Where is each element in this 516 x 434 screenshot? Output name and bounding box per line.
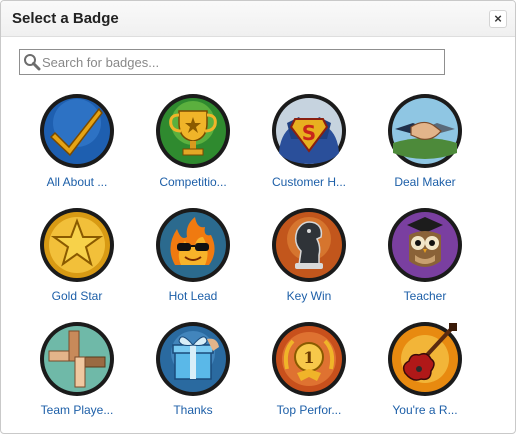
stacked-hands-icon	[40, 322, 114, 396]
badge-label: Deal Maker	[394, 175, 456, 189]
handshake-icon	[388, 94, 462, 168]
badge-label: Key Win	[286, 289, 332, 303]
badge-youre-a-rockstar[interactable]: You're a R...	[369, 321, 481, 425]
star-icon	[40, 208, 114, 282]
checkmark-icon	[40, 94, 114, 168]
search-input[interactable]	[42, 52, 440, 72]
select-badge-dialog: Select a Badge × All About ...	[0, 0, 516, 434]
badge-competition[interactable]: Competitio...	[137, 93, 249, 197]
badge-customer-hero[interactable]: S Customer H...	[253, 93, 365, 197]
dialog-header: Select a Badge ×	[1, 1, 515, 37]
svg-text:1: 1	[303, 348, 314, 367]
badge-label: You're a R...	[392, 403, 458, 417]
badge-label: Top Perfor...	[276, 403, 342, 417]
badge-label: Hot Lead	[168, 289, 218, 303]
badge-label: All About ...	[46, 175, 108, 189]
flaming-sunglasses-icon	[156, 208, 230, 282]
badge-label: Teacher	[403, 289, 447, 303]
trophy-icon	[156, 94, 230, 168]
first-place-medal-icon: 1	[272, 322, 346, 396]
badge-label: Team Playe...	[40, 403, 114, 417]
search-box[interactable]	[19, 49, 445, 75]
badge-hot-lead[interactable]: Hot Lead	[137, 207, 249, 311]
badge-label: Thanks	[173, 403, 213, 417]
owl-icon	[388, 208, 462, 282]
badge-deal-maker[interactable]: Deal Maker	[369, 93, 481, 197]
badge-team-player[interactable]: Team Playe...	[21, 321, 133, 425]
chess-knight-icon	[272, 208, 346, 282]
badge-label: Customer H...	[271, 175, 346, 189]
badge-gold-star[interactable]: Gold Star	[21, 207, 133, 311]
badge-key-win[interactable]: Key Win	[253, 207, 365, 311]
badge-label: Gold Star	[51, 289, 103, 303]
superhero-icon: S	[272, 94, 346, 168]
gift-box-icon	[156, 322, 230, 396]
badge-label: Competitio...	[159, 175, 227, 189]
close-button[interactable]: ×	[489, 10, 507, 28]
search-icon	[24, 54, 41, 71]
badge-thanks[interactable]: Thanks	[137, 321, 249, 425]
badge-teacher[interactable]: Teacher	[369, 207, 481, 311]
badge-all-about[interactable]: All About ...	[21, 93, 133, 197]
dialog-title: Select a Badge	[12, 10, 119, 27]
svg-text:S: S	[302, 121, 316, 145]
badge-top-performer[interactable]: 1 Top Perfor...	[253, 321, 365, 425]
guitar-icon	[388, 322, 462, 396]
